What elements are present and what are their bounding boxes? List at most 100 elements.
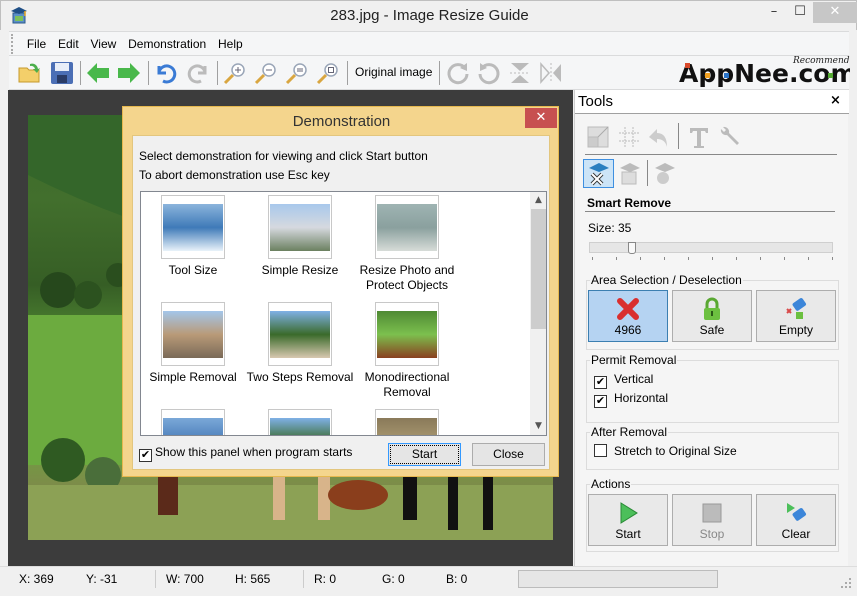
- demo-thumbnail: [375, 195, 439, 259]
- back-icon[interactable]: [85, 60, 111, 86]
- text-icon[interactable]: [687, 125, 711, 149]
- zoom-out-icon[interactable]: [253, 60, 279, 86]
- open-icon[interactable]: [17, 60, 43, 86]
- zoom-in-icon[interactable]: [222, 60, 248, 86]
- menu-edit[interactable]: Edit: [54, 32, 83, 56]
- start-removal-label: Start: [615, 527, 641, 541]
- original-image-button[interactable]: Original image: [355, 65, 432, 79]
- permit-removal-legend: Permit Removal: [591, 353, 677, 367]
- demo-thumbnail-image: [163, 418, 223, 435]
- stop-icon: [702, 503, 722, 523]
- menu-view[interactable]: View: [87, 32, 121, 56]
- demo-thumbnail-image: [270, 418, 330, 435]
- demo-list[interactable]: Tool Size Simple Resize Resize Photo and Pr…: [140, 191, 547, 436]
- select-remove-label: 4966: [614, 323, 642, 337]
- empty-button[interactable]: Empty: [756, 290, 836, 342]
- resize-grip-icon[interactable]: [840, 577, 852, 589]
- demo-thumbnail: [375, 302, 439, 366]
- status-x: X: 369: [19, 572, 54, 586]
- demo-item[interactable]: Two Steps Removal: [240, 302, 360, 385]
- zoom-actual-icon[interactable]: [315, 60, 341, 86]
- crop-icon[interactable]: [586, 125, 610, 149]
- play-icon: [620, 502, 638, 524]
- minimize-button[interactable]: –: [761, 2, 787, 23]
- toolbar-separator: [217, 61, 218, 85]
- vertical-checkbox-box[interactable]: ✔: [594, 376, 607, 389]
- scroll-down-icon[interactable]: ▼: [530, 418, 546, 435]
- tools-panel: Tools × Smart Remove Size: 35 Area Selec…: [574, 90, 849, 566]
- scroll-up-icon[interactable]: ▲: [530, 192, 546, 209]
- slider-tick: [832, 257, 833, 260]
- close-dialog-button[interactable]: Close: [472, 443, 545, 466]
- show-on-start-checkbox[interactable]: ✔ Show this panel when program starts: [139, 445, 352, 462]
- redo-icon[interactable]: [185, 60, 211, 86]
- logo-tag: Recommend: [792, 56, 850, 66]
- safe-button[interactable]: Safe: [672, 290, 752, 342]
- status-height: H: 565: [235, 572, 271, 586]
- slider-tick: [616, 257, 617, 260]
- menu-demonstration[interactable]: Demonstration: [124, 32, 210, 56]
- size-slider-thumb[interactable]: [628, 242, 636, 254]
- horizontal-checkbox[interactable]: ✔ Horizontal: [594, 391, 668, 408]
- menu-help[interactable]: Help: [214, 32, 247, 56]
- select-remove-button[interactable]: 4966: [588, 290, 668, 342]
- slider-tick: [808, 257, 809, 260]
- menu-grip[interactable]: [11, 34, 17, 54]
- flip-horizontal-icon[interactable]: [538, 60, 564, 86]
- slider-tick: [784, 257, 785, 260]
- maximize-button[interactable]: ☐: [787, 2, 813, 23]
- stretch-checkbox-box[interactable]: [594, 444, 607, 457]
- show-on-start-checkbox-box[interactable]: ✔: [139, 449, 152, 462]
- red-x-icon: [617, 298, 639, 320]
- show-on-start-label: Show this panel when program starts: [155, 445, 353, 459]
- smart-resize-icon[interactable]: [618, 162, 642, 186]
- rotate-left-icon[interactable]: [476, 60, 502, 86]
- rotate-right-icon[interactable]: [445, 60, 471, 86]
- demo-thumbnail-image: [377, 418, 437, 435]
- save-icon[interactable]: [49, 60, 75, 86]
- size-slider[interactable]: [589, 242, 833, 253]
- horizontal-label: Horizontal: [614, 391, 669, 405]
- demo-item[interactable]: [347, 409, 467, 435]
- wrench-icon[interactable]: [717, 125, 741, 149]
- undo-tool-icon[interactable]: [647, 125, 671, 149]
- demo-item[interactable]: [240, 409, 360, 435]
- demo-thumbnail: [268, 195, 332, 259]
- smart-remove-icon: [589, 163, 609, 186]
- stop-removal-button[interactable]: Stop: [672, 494, 752, 546]
- demo-item[interactable]: Simple Resize: [240, 195, 360, 278]
- demo-item[interactable]: Resize Photo and Protect Objects: [347, 195, 467, 293]
- smart-remove-tool-button[interactable]: [583, 159, 614, 188]
- smart-retouch-icon[interactable]: [653, 162, 677, 186]
- demo-item[interactable]: Monodirectional Removal: [347, 302, 467, 400]
- demo-item-label: Resize Photo and: [359, 263, 455, 277]
- status-bar: X: 369 Y: -31 W: 700 H: 565 R: 0 G: 0 B:…: [0, 566, 857, 596]
- horizontal-checkbox-box[interactable]: ✔: [594, 395, 607, 408]
- vertical-checkbox[interactable]: ✔ Vertical: [594, 372, 653, 389]
- tools-panel-close-button[interactable]: ×: [830, 93, 841, 108]
- close-button[interactable]: ✕: [813, 2, 857, 23]
- start-demo-button[interactable]: Start: [388, 443, 461, 466]
- clear-button[interactable]: Clear: [756, 494, 836, 546]
- demo-thumbnail: [268, 302, 332, 366]
- dialog-close-button[interactable]: ✕: [525, 108, 557, 128]
- demo-item-label: Monodirectional: [364, 370, 450, 384]
- scrollbar-thumb[interactable]: [531, 209, 546, 329]
- flip-vertical-icon[interactable]: [507, 60, 533, 86]
- demo-item[interactable]: Simple Removal: [141, 302, 253, 385]
- status-green: G: 0: [382, 572, 405, 586]
- grid-icon[interactable]: [617, 125, 641, 149]
- demo-item[interactable]: Tool Size: [141, 195, 253, 278]
- tool-separator: [647, 160, 648, 186]
- vertical-scrollbar[interactable]: ▲ ▼: [530, 192, 546, 435]
- stretch-checkbox[interactable]: Stretch to Original Size: [594, 444, 737, 458]
- start-removal-button[interactable]: Start: [588, 494, 668, 546]
- demo-item[interactable]: [141, 409, 253, 435]
- demo-thumbnail-image: [270, 311, 330, 358]
- demo-item-label-2: Protect Objects: [365, 278, 449, 292]
- forward-icon[interactable]: [116, 60, 142, 86]
- menu-file[interactable]: File: [23, 32, 50, 56]
- undo-icon[interactable]: [153, 60, 179, 86]
- demo-item-label-2: Removal: [383, 385, 431, 399]
- zoom-fit-icon[interactable]: [284, 60, 310, 86]
